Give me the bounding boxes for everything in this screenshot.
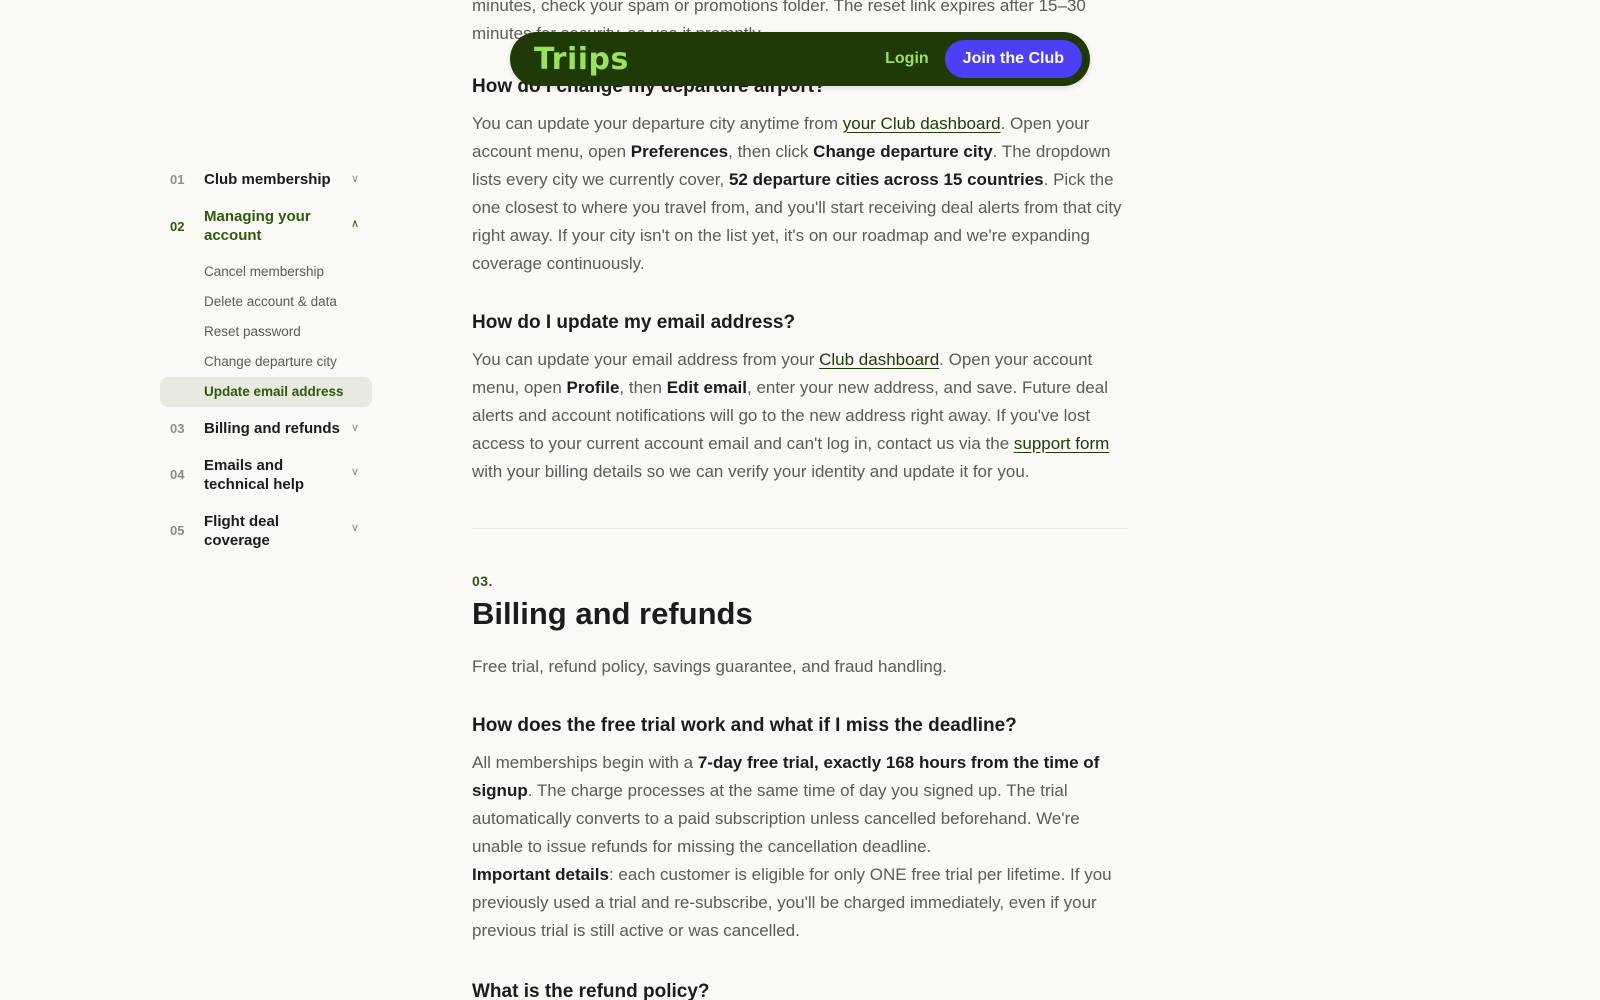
chevron-down-icon: ∨ [350,466,360,478]
club-dashboard-link[interactable]: Club dashboard [819,350,939,369]
section-label: Billing and refunds [204,420,340,437]
sidebar-section-club-membership[interactable]: 01 Club membership ∨ [160,170,372,189]
sidebar-item-update-email[interactable]: Update email address [160,377,372,407]
section-number: 05 [170,523,185,538]
section-number: 03. [472,573,493,589]
sidebar-subitems: Cancel membership Delete account & data … [160,257,372,407]
support-form-link[interactable]: support form [1014,434,1109,453]
triips-logo[interactable]: Triips [534,42,629,77]
section-title: Billing and refunds [472,596,753,631]
section-number: 04 [170,467,185,482]
faq-content: minutes, check your spam or promotions f… [472,0,1128,1000]
faq-answer-email: You can update your email address from y… [472,350,1110,481]
sidebar-item-reset-password[interactable]: Reset password [160,317,372,347]
chevron-down-icon: ∨ [350,422,360,434]
section-label: Flight deal coverage [204,513,279,549]
section-label: Emails and technical help [204,457,305,493]
section-label: Managing your account [204,208,311,244]
section-intro: Free trial, refund policy, savings guara… [472,657,948,676]
section-divider [472,528,1128,529]
faq-answer-free-trial: All memberships begin with a 7-day free … [472,753,1100,856]
faq-question-refund: What is the refund policy? [472,981,710,1000]
section-number: 01 [170,172,185,187]
sidebar-item-delete-account[interactable]: Delete account & data [160,287,372,317]
faq-question-free-trial: How does the free trial work and what if… [472,715,1017,736]
chevron-down-icon: ∨ [350,173,360,185]
sidebar-section-flight-coverage[interactable]: 05 Flight deal coverage ∨ [160,512,372,550]
sidebar-item-change-departure-city[interactable]: Change departure city [160,347,372,377]
sidebar-section-managing-account[interactable]: 02 Managing your account ∧ [160,207,372,245]
club-dashboard-link[interactable]: your Club dashboard [843,114,1001,133]
section-number: 02 [170,219,185,234]
faq-answer-departure: You can update your departure city anyti… [472,114,1122,273]
chevron-down-icon: ∨ [350,522,360,534]
section-number: 03 [170,421,185,436]
faq-question-email: How do I update my email address? [472,312,796,333]
nav-actions: Login Join the Club [885,40,1082,78]
sidebar-item-cancel-membership[interactable]: Cancel membership [160,257,372,287]
sidebar-section-billing[interactable]: 03 Billing and refunds ∨ [160,419,372,438]
join-club-button[interactable]: Join the Club [944,40,1082,78]
faq-answer-trial-details: Important details: each customer is elig… [472,865,1112,940]
sidebar-section-emails-help[interactable]: 04 Emails and technical help ∨ [160,456,372,494]
faq-sidebar: 01 Club membership ∨ 02 Managing your ac… [160,170,372,550]
chevron-up-icon: ∧ [350,218,360,230]
section-label: Club membership [204,171,331,188]
top-navbar: Triips Login Join the Club [510,32,1090,86]
login-link[interactable]: Login [885,50,929,68]
